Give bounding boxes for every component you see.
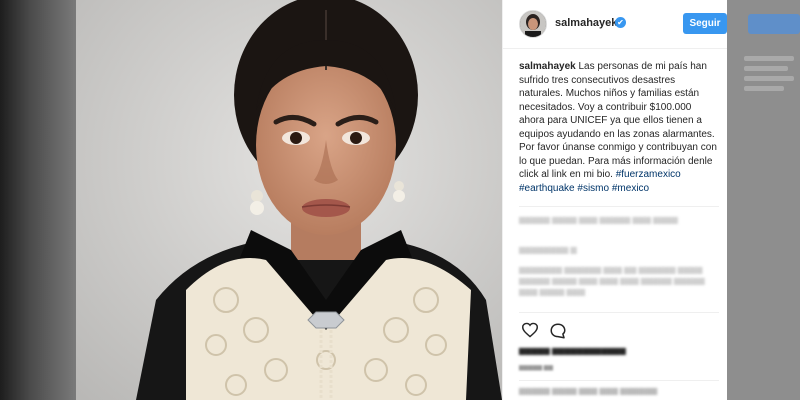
post-photo[interactable]: [76, 0, 502, 400]
hashtag-link[interactable]: #sismo: [577, 183, 609, 194]
backdrop-left: [0, 0, 76, 400]
avatar-image: [520, 11, 546, 37]
comment-item: ▆▆▆▆▆▆▆▆ ▆: [519, 245, 577, 254]
follow-button[interactable]: Seguir: [683, 13, 727, 34]
caption-text: Las personas de mi país han sufrido tres…: [519, 61, 717, 180]
ghost-line: [744, 66, 788, 71]
caption-username[interactable]: salmahayek: [519, 61, 576, 72]
add-comment-field[interactable]: ▆▆▆▆▆ ▆▆▆▆ ▆▆▆ ▆▆▆ ▆▆▆▆▆▆: [519, 386, 657, 395]
backdrop-right: [726, 0, 800, 400]
comment-item: ▆▆▆▆▆ ▆▆▆▆ ▆▆▆ ▆▆▆▆▆ ▆▆▆ ▆▆▆▆: [519, 215, 678, 224]
heart-icon[interactable]: [521, 322, 539, 338]
hashtag-link[interactable]: #mexico: [612, 183, 649, 194]
hashtag-link[interactable]: #earthquake: [519, 183, 575, 194]
hashtag-link[interactable]: #fuerzamexico: [616, 169, 681, 180]
post-date: ▆▆▆▆▆ ▆▆: [519, 365, 553, 371]
portrait-image: [76, 0, 502, 400]
avatar[interactable]: [519, 10, 547, 38]
post-panel: salmahayek ✔ Seguir salmahayek Las perso…: [502, 0, 727, 400]
verified-icon: ✔: [615, 17, 626, 28]
divider: [519, 206, 719, 207]
username[interactable]: salmahayek: [555, 17, 617, 29]
ghost-button: [748, 14, 800, 34]
divider: [519, 312, 719, 313]
post-caption: salmahayek Las personas de mi país han s…: [519, 60, 719, 195]
ghost-line: [744, 56, 794, 61]
comment-item: ▆▆▆▆▆▆▆ ▆▆▆▆▆▆ ▆▆▆ ▆▆ ▆▆▆▆▆▆ ▆▆▆▆ ▆▆▆▆▆ …: [519, 265, 705, 296]
divider: [519, 380, 719, 381]
ghost-line: [744, 86, 784, 91]
post-header: salmahayek ✔ Seguir: [503, 0, 727, 49]
comment-icon[interactable]: [549, 322, 567, 340]
view-count: ▆▆▆▆▆ ▆▆▆▆▆▆▆▆▆▆▆▆: [519, 346, 626, 355]
ghost-line: [744, 76, 794, 81]
